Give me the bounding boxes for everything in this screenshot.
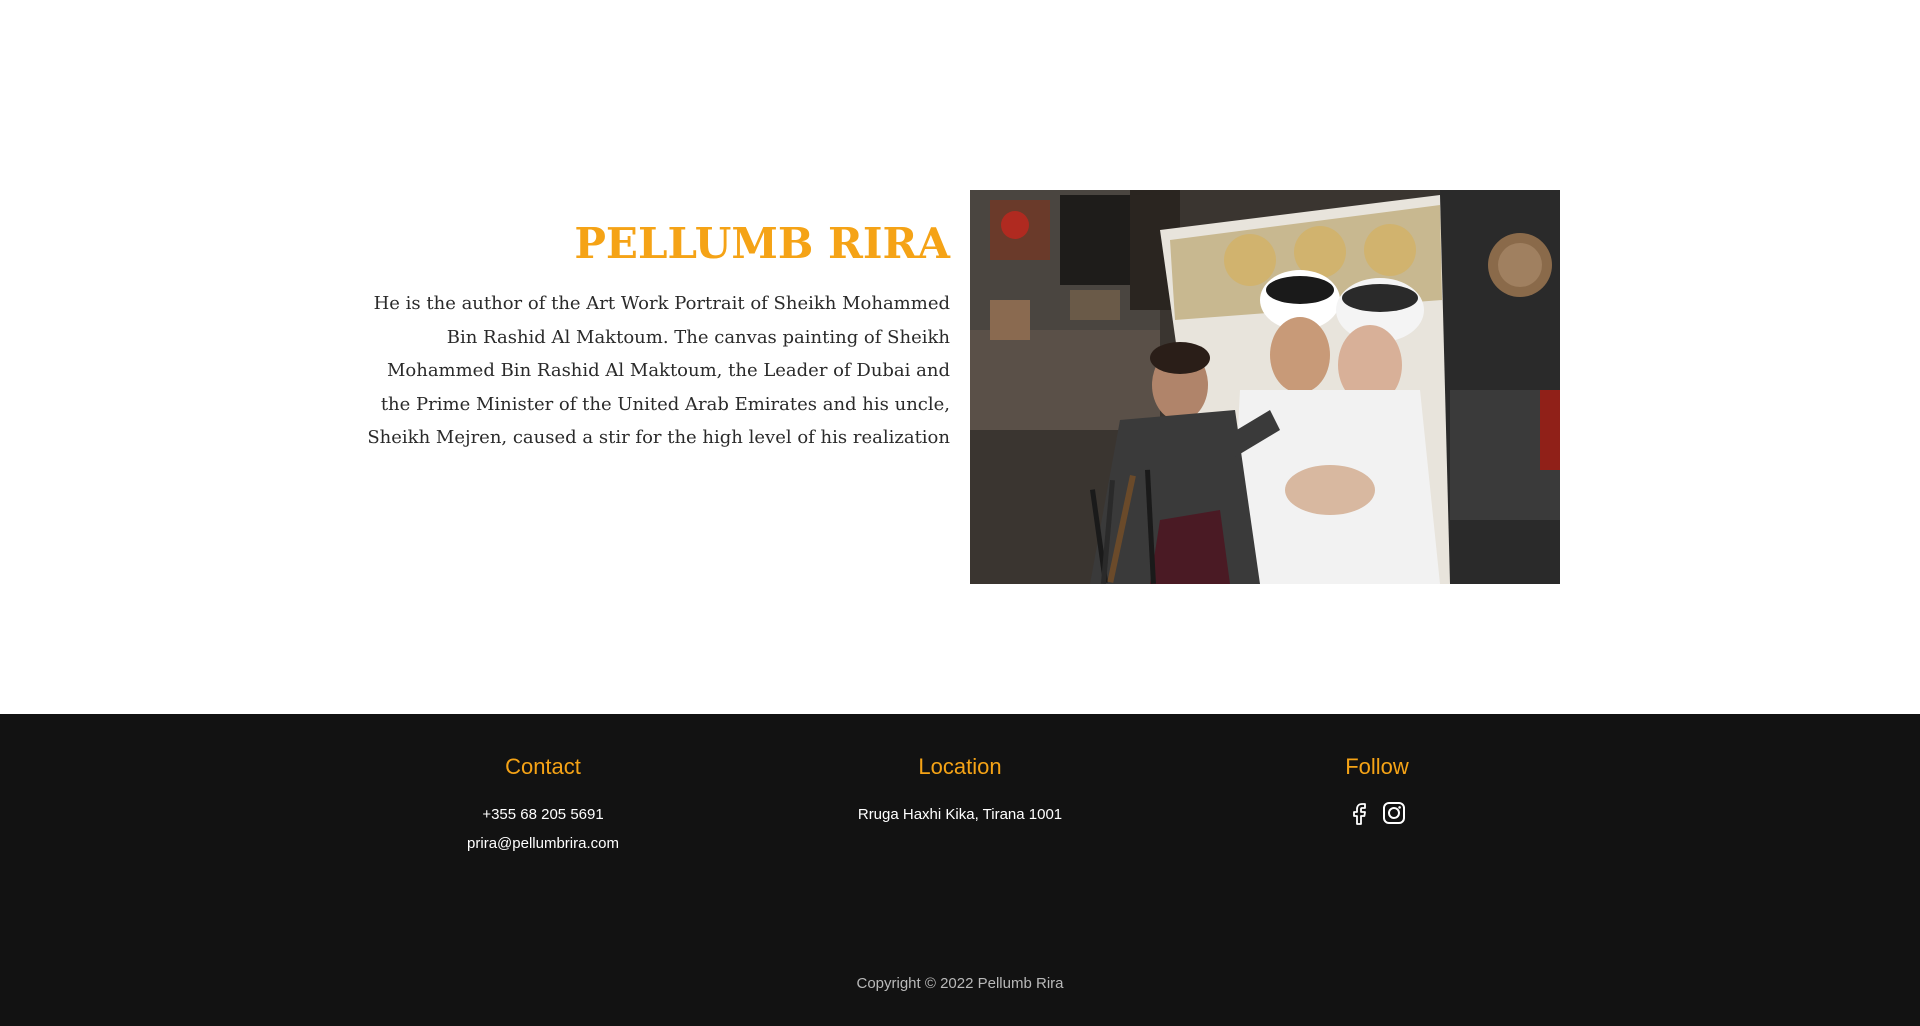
- artist-bio: He is the author of the Art Work Portrai…: [367, 293, 950, 448]
- artist-photo: [970, 190, 1560, 584]
- footer-location: Location Rruga Haxhi Kika, Tirana 1001: [750, 752, 1170, 829]
- contact-phone: +355 68 205 5691: [333, 800, 753, 829]
- page: PELLUMB RIRA He is the author of the Art…: [0, 0, 1920, 1026]
- phone-link[interactable]: +355 68 205 5691: [482, 806, 603, 823]
- footer-follow: Follow: [1167, 752, 1587, 826]
- hero-section: PELLUMB RIRA He is the author of the Art…: [0, 0, 1920, 714]
- artist-title: PELLUMB RIRA: [574, 219, 950, 268]
- location-address: Rruga Haxhi Kika, Tirana 1001: [857, 806, 1063, 823]
- site-footer: Contact +355 68 205 5691 prira@pellumbri…: [0, 714, 1920, 1026]
- location-heading: Location: [918, 754, 1002, 779]
- contact-heading: Contact: [505, 754, 581, 779]
- social-links: [1167, 800, 1587, 826]
- copyright-text: Copyright © 2022 Pellumb Rira: [856, 975, 1064, 992]
- instagram-icon[interactable]: [1381, 800, 1407, 826]
- facebook-icon[interactable]: [1347, 800, 1373, 826]
- follow-heading: Follow: [1345, 754, 1409, 779]
- footer-contact: Contact +355 68 205 5691 prira@pellumbri…: [333, 752, 753, 858]
- email-link[interactable]: prira@pellumbrira.com: [467, 835, 619, 852]
- contact-email: prira@pellumbrira.com: [333, 829, 753, 858]
